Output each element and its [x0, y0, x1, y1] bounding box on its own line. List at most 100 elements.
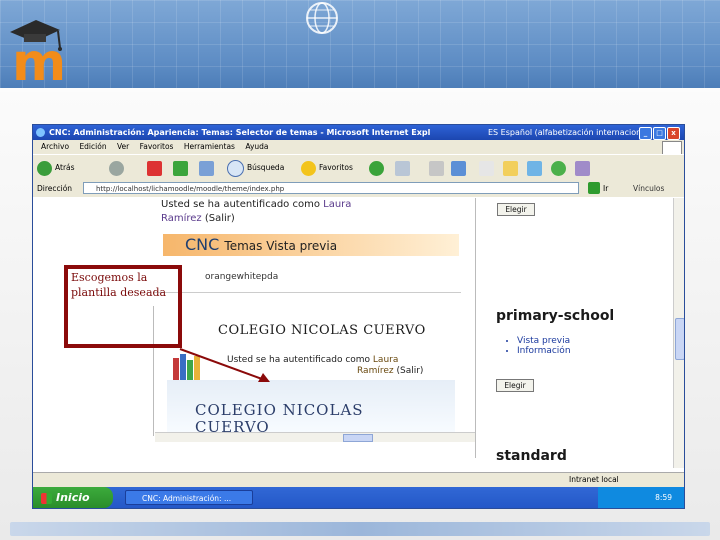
address-label: Dirección	[37, 184, 73, 193]
login-info: Usted se ha autentificado como Laura Ram…	[161, 198, 351, 226]
messenger-icon	[551, 160, 566, 176]
tools-icon	[575, 160, 590, 176]
zone-label: Intranet local	[569, 475, 619, 484]
system-tray: 8:59	[598, 487, 684, 508]
home-button[interactable]	[199, 159, 217, 176]
research-icon	[527, 160, 542, 176]
star-icon	[301, 160, 316, 176]
forward-arrow-icon	[109, 160, 124, 176]
discuss-button[interactable]	[479, 159, 497, 176]
user-first-name-link[interactable]: Laura	[323, 199, 351, 210]
folder-button[interactable]	[503, 159, 521, 176]
preview-link[interactable]: Vista previa	[517, 336, 571, 346]
logout-link[interactable]: (Salir)	[205, 213, 235, 224]
theme-title-primary-school: primary-school	[496, 308, 615, 324]
address-bar: Dirección http://localhost/lichamoodle/m…	[33, 180, 684, 197]
taskbar-item-ie[interactable]: CNC: Administración: ...	[125, 490, 253, 505]
media-icon	[369, 160, 384, 176]
language-indicator[interactable]: ES Español (alfabetización internacional…	[488, 125, 651, 140]
print-icon	[429, 160, 444, 176]
theme-header-banner: CNC Temas Vista previa	[163, 234, 459, 256]
back-label: Atrás	[55, 163, 75, 172]
windows-flag-icon	[662, 141, 682, 155]
menu-herramientas[interactable]: Herramientas	[184, 142, 235, 151]
window-title: CNC: Administración: Apariencia: Temas: …	[49, 128, 431, 137]
svg-text:m: m	[12, 33, 66, 84]
media-button[interactable]	[369, 159, 387, 176]
theme-name-orangewhitepda: orangewhitepda	[205, 272, 279, 282]
menu-bar: Archivo Edición Ver Favoritos Herramient…	[33, 140, 684, 155]
back-arrow-icon	[37, 160, 52, 176]
annotation-text: Escogemos la plantilla deseada	[71, 271, 167, 299]
school-header-small: COLEGIO NICOLAS CUERVO	[218, 323, 426, 338]
edit-button[interactable]	[451, 159, 469, 176]
print-button[interactable]	[429, 159, 447, 176]
user-last-name-link[interactable]: Ramírez	[161, 213, 202, 224]
banner-grid-pattern	[0, 0, 720, 92]
internet-explorer-icon	[36, 128, 45, 137]
discuss-icon	[479, 160, 494, 176]
menu-favoritos[interactable]: Favoritos	[140, 142, 174, 151]
start-button[interactable]: Inicio	[33, 487, 113, 508]
home-icon	[199, 160, 214, 176]
refresh-button[interactable]	[173, 159, 191, 176]
moodle-logo: m	[10, 20, 66, 84]
login-text: Usted se ha autentificado como	[161, 199, 320, 210]
stop-button[interactable]	[147, 159, 165, 176]
folder-icon	[503, 160, 518, 176]
maximize-button[interactable]: □	[653, 127, 666, 140]
menu-ayuda[interactable]: Ayuda	[245, 142, 268, 151]
scroll-thumb[interactable]	[675, 318, 684, 360]
breadcrumb-vista-previa: Vista previa	[266, 239, 338, 253]
site-name: CNC	[185, 235, 220, 254]
messenger-button[interactable]	[551, 159, 569, 176]
search-icon	[227, 159, 244, 177]
menu-archivo[interactable]: Archivo	[41, 142, 69, 151]
tools-button[interactable]	[575, 159, 593, 176]
favorites-label: Favoritos	[319, 163, 353, 172]
breadcrumb: Temas Vista previa	[224, 239, 337, 253]
menu-ver[interactable]: Ver	[117, 142, 129, 151]
horizontal-scroll-thumb[interactable]	[343, 434, 373, 442]
vertical-scrollbar[interactable]	[673, 198, 684, 468]
info-link[interactable]: Información	[517, 346, 571, 356]
links-label[interactable]: Vínculos	[633, 180, 664, 197]
favorites-button[interactable]: Favoritos	[301, 159, 353, 176]
theme-title-standard: standard	[496, 448, 567, 464]
search-label: Búsqueda	[247, 163, 285, 172]
breadcrumb-temas[interactable]: Temas	[224, 239, 262, 253]
windows-logo-icon	[41, 492, 52, 504]
stop-icon	[147, 160, 162, 176]
back-button[interactable]: Atrás	[37, 159, 75, 176]
primary-school-links: Vista previa Información	[503, 336, 571, 356]
search-button[interactable]: Búsqueda	[227, 159, 285, 177]
mail-button[interactable]	[395, 159, 413, 176]
preview-logout: (Salir)	[396, 366, 424, 376]
slide-footer-bar	[10, 522, 710, 536]
menu-edicion[interactable]: Edición	[79, 142, 106, 151]
divider	[153, 292, 461, 293]
title-bar[interactable]: CNC: Administración: Apariencia: Temas: …	[33, 125, 684, 140]
slide-header: m	[0, 0, 720, 92]
edit-icon	[451, 160, 466, 176]
research-button[interactable]	[527, 159, 545, 176]
choose-primary-school-button[interactable]: Elegir	[496, 379, 534, 392]
theme-preview-login-info: Usted se ha autentificado como Laura Ram…	[227, 355, 423, 377]
toolbar: Atrás Búsqueda Favoritos	[33, 154, 684, 180]
books-icon	[173, 354, 200, 382]
minimize-button[interactable]: _	[639, 127, 652, 140]
preview-user-first-name: Laura	[372, 355, 399, 365]
address-input[interactable]: http://localhost/lichamoodle/moodle/them…	[83, 182, 579, 194]
choose-theme-button[interactable]: Elegir	[497, 203, 535, 216]
refresh-icon	[173, 160, 188, 176]
go-button[interactable]: Ir	[603, 180, 608, 197]
start-label: Inicio	[56, 491, 90, 504]
school-name-line1: COLEGIO NICOLAS	[195, 401, 364, 419]
column-divider-right	[475, 198, 476, 458]
preview-user-last-name: Ramírez	[357, 366, 394, 376]
forward-button[interactable]	[109, 159, 127, 176]
horizontal-scrollbar[interactable]	[155, 432, 475, 442]
go-arrow-icon[interactable]	[588, 182, 600, 194]
preview-login-text: Usted se ha autentificado como	[227, 355, 371, 365]
close-button[interactable]: x	[667, 127, 680, 140]
